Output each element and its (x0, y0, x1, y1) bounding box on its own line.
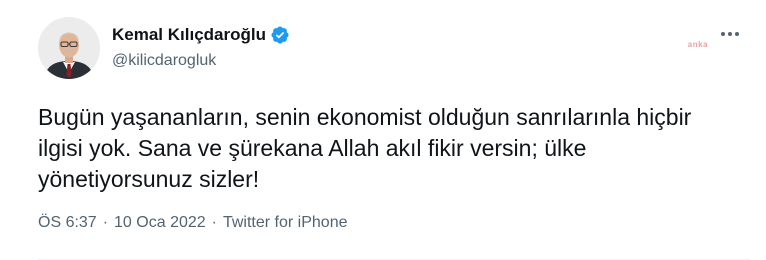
handle[interactable]: @kilicdarogluk (112, 50, 290, 72)
meta-separator: · (211, 214, 217, 231)
tweet-header: Kemal Kılıçdaroğlu @kilicdarogluk (38, 16, 750, 80)
watermark-logo: anka (687, 40, 708, 49)
more-dot-icon (728, 32, 732, 36)
name-row: Kemal Kılıçdaroğlu (112, 24, 290, 46)
author-names: Kemal Kılıçdaroğlu @kilicdarogluk (112, 24, 290, 72)
tweet-source[interactable]: Twitter for iPhone (223, 214, 348, 231)
verified-badge-icon (270, 25, 290, 45)
avatar[interactable] (38, 17, 100, 79)
more-dot-icon (735, 32, 739, 36)
tweet-date[interactable]: 10 Oca 2022 (114, 214, 206, 231)
tweet-card: Kemal Kılıçdaroğlu @kilicdarogluk anka B… (0, 0, 766, 260)
profile-photo-icon (38, 17, 100, 79)
more-options-button[interactable] (718, 22, 742, 46)
more-dot-icon (721, 32, 725, 36)
meta-separator: · (102, 214, 109, 231)
display-name[interactable]: Kemal Kılıçdaroğlu (112, 24, 266, 46)
tweet-time[interactable]: ÖS 6:37 (38, 214, 97, 231)
tweet-meta: ÖS 6:37 · 10 Oca 2022 · Twitter for iPhone (38, 213, 750, 233)
tweet-text: Bugün yaşananların, senin ekonomist oldu… (38, 104, 692, 192)
